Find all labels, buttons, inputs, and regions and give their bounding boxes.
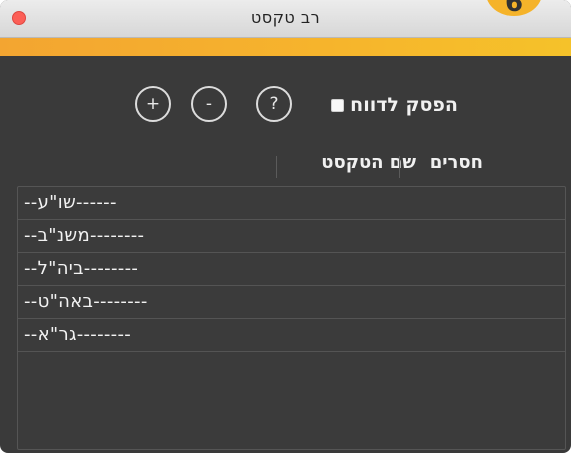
text-name-cell: --ביה"ל-------- xyxy=(24,258,139,279)
toolbar: + - ? הפסק לדווח xyxy=(0,56,571,146)
table-row[interactable]: --משנ"ב-------- xyxy=(18,220,565,253)
add-button[interactable]: + xyxy=(135,86,171,122)
text-name-cell: --שו"ע------ xyxy=(24,192,117,213)
table-header: שם הטקסט חסרים xyxy=(18,152,566,182)
stop-reporting-option[interactable]: הפסק לדווח xyxy=(316,94,458,116)
app-window: רב טקסט 6 + - ? הפסק לדווח שם הטקסט חסרי… xyxy=(0,0,571,453)
table-row[interactable]: --שו"ע------ xyxy=(18,187,565,220)
table-row[interactable]: --ביה"ל-------- xyxy=(18,253,565,286)
remove-button[interactable]: - xyxy=(191,86,227,122)
accent-bar xyxy=(0,38,571,56)
title-bar[interactable]: רב טקסט 6 xyxy=(0,0,571,38)
help-button[interactable]: ? xyxy=(256,86,292,122)
text-name-cell: --משנ"ב-------- xyxy=(24,225,145,246)
stop-reporting-label: הפסק לדווח xyxy=(350,94,458,116)
text-name-cell: --באה"ט-------- xyxy=(24,291,148,312)
stop-reporting-checkbox[interactable] xyxy=(331,98,345,112)
column-header-missing[interactable]: חסרים xyxy=(368,152,483,173)
table-row[interactable]: --גר"א-------- xyxy=(18,319,565,352)
column-divider[interactable] xyxy=(276,156,277,178)
texts-table[interactable]: --שו"ע------ --משנ"ב-------- --ביה"ל------… xyxy=(17,186,566,450)
window-title: רב טקסט xyxy=(250,8,321,27)
column-divider[interactable] xyxy=(399,156,400,178)
table-row[interactable]: --באה"ט-------- xyxy=(18,286,565,319)
text-name-cell: --גר"א-------- xyxy=(24,324,132,345)
